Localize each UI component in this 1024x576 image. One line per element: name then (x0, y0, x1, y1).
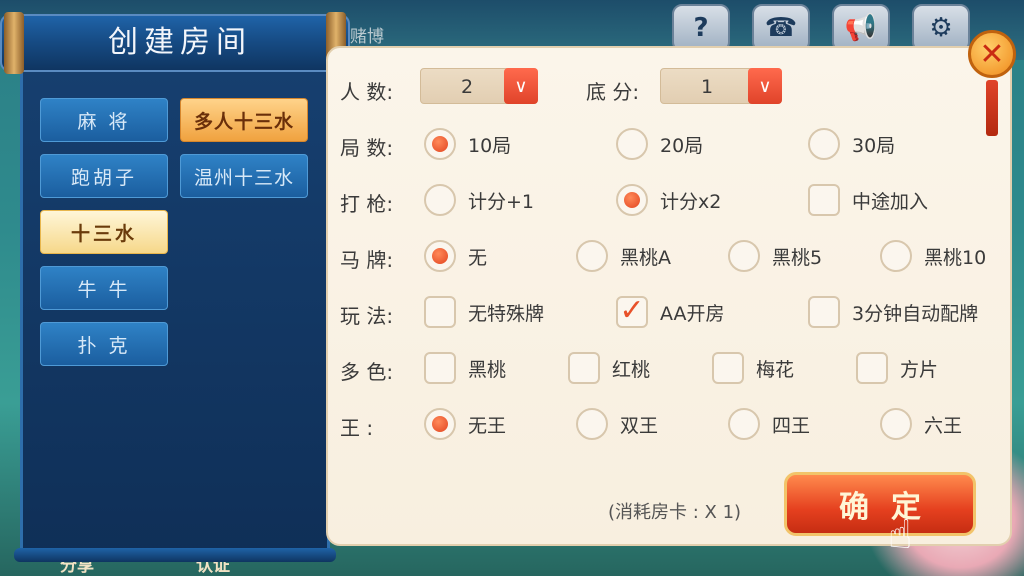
checkbox-icon[interactable] (808, 296, 840, 328)
option-label: 30局 (852, 134, 896, 157)
tassel-decoration (986, 80, 998, 136)
rounds-option-10[interactable]: 10局 (424, 126, 511, 162)
rounds-option-30[interactable]: 30局 (808, 126, 895, 162)
panel-title: 创建房间 (108, 25, 252, 60)
radio-icon[interactable] (576, 408, 608, 440)
radio-selected-icon[interactable] (616, 184, 648, 216)
room-card-cost: (消耗房卡 : X 1) (608, 502, 742, 523)
megaphone-icon[interactable]: 📢 (832, 4, 890, 52)
radio-icon[interactable] (728, 408, 760, 440)
radio-icon[interactable] (728, 240, 760, 272)
play-label: 玩 法: (340, 304, 394, 328)
option-label: 计分x2 (660, 190, 722, 213)
horse-option-spade-10[interactable]: 黑桃10 (880, 238, 986, 274)
horse-option-spade-a[interactable]: 黑桃A (576, 238, 671, 274)
radio-icon[interactable] (424, 184, 456, 216)
radio-icon[interactable] (576, 240, 608, 272)
gun-option-plus1[interactable]: 计分+1 (424, 182, 534, 218)
checkbox-icon[interactable] (808, 184, 840, 216)
option-label: 方片 (900, 358, 939, 381)
option-label: 计分+1 (468, 190, 535, 213)
option-label: 四王 (772, 414, 811, 437)
checkmark-icon[interactable]: ✓ (616, 296, 648, 328)
option-label: 10局 (468, 134, 512, 157)
king-option-none[interactable]: 无王 (424, 406, 506, 442)
colors-label: 多 色: (340, 360, 394, 384)
confirm-button[interactable]: 确定 (784, 472, 976, 536)
help-icon[interactable]: ? (672, 4, 730, 52)
play-option-auto-arrange[interactable]: 3分钟自动配牌 (808, 294, 978, 330)
horse-label: 马 牌: (340, 248, 394, 272)
play-option-aa-room[interactable]: ✓ AA开房 (616, 294, 725, 330)
chevron-down-icon[interactable]: ∨ (504, 68, 538, 104)
option-label: 六王 (924, 414, 963, 437)
checkbox-icon[interactable] (424, 296, 456, 328)
game-list-panel (20, 72, 330, 558)
rounds-label: 局 数: (340, 136, 394, 160)
checkbox-icon[interactable] (568, 352, 600, 384)
option-label: 黑桃5 (772, 246, 823, 269)
players-dropdown[interactable]: 2 ∨ (420, 68, 538, 104)
phone-icon[interactable]: ☎ (752, 4, 810, 52)
radio-selected-icon[interactable] (424, 128, 456, 160)
horse-option-none[interactable]: 无 (424, 238, 487, 274)
option-label: 黑桃 (468, 358, 507, 381)
radio-selected-icon[interactable] (424, 408, 456, 440)
king-option-four[interactable]: 四王 (728, 406, 810, 442)
base-score-label: 底 分: (586, 80, 640, 104)
option-label: 3分钟自动配牌 (852, 302, 979, 325)
chevron-down-icon[interactable]: ∨ (748, 68, 782, 104)
checkbox-icon[interactable] (712, 352, 744, 384)
colors-option-heart[interactable]: 红桃 (568, 350, 650, 386)
radio-selected-icon[interactable] (424, 240, 456, 272)
option-label: AA开房 (660, 302, 725, 325)
base-score-value: 1 (700, 76, 714, 98)
colors-option-diamond[interactable]: 方片 (856, 350, 938, 386)
option-label: 黑桃10 (924, 246, 987, 269)
gun-option-x2[interactable]: 计分x2 (616, 182, 721, 218)
option-label: 梅花 (756, 358, 795, 381)
option-label: 红桃 (612, 358, 651, 381)
rounds-option-20[interactable]: 20局 (616, 126, 703, 162)
checkbox-icon[interactable] (424, 352, 456, 384)
option-label: 20局 (660, 134, 704, 157)
option-label: 无特殊牌 (468, 302, 545, 325)
gun-label: 打 枪: (340, 192, 394, 216)
close-icon[interactable]: ✕ (968, 30, 1016, 78)
radio-icon[interactable] (808, 128, 840, 160)
game-poker-button[interactable]: 扑 克 (40, 322, 168, 366)
game-multi-thirteen-button[interactable]: 多人十三水 (180, 98, 308, 142)
radio-icon[interactable] (880, 240, 912, 272)
settings-icon[interactable]: ⚙ (912, 4, 970, 52)
game-wenzhou-thirteen-button[interactable]: 温州十三水 (180, 154, 308, 198)
game-thirteen-button[interactable]: 十三水 (40, 210, 168, 254)
pointing-hand-icon: ☝ (888, 512, 913, 558)
king-option-six[interactable]: 六王 (880, 406, 962, 442)
radio-icon[interactable] (880, 408, 912, 440)
gun-option-join-midway[interactable]: 中途加入 (808, 182, 928, 218)
game-niuniu-button[interactable]: 牛 牛 (40, 266, 168, 310)
game-paohuzi-button[interactable]: 跑胡子 (40, 154, 168, 198)
checkbox-icon[interactable] (856, 352, 888, 384)
colors-option-club[interactable]: 梅花 (712, 350, 794, 386)
option-label: 黑桃A (620, 246, 671, 269)
radio-icon[interactable] (616, 128, 648, 160)
scroll-bottom-rod (14, 548, 336, 562)
players-label: 人 数: (340, 80, 394, 104)
option-label: 无王 (468, 414, 507, 437)
option-label: 双王 (620, 414, 659, 437)
option-label: 中途加入 (852, 190, 929, 213)
colors-option-spade[interactable]: 黑桃 (424, 350, 506, 386)
horse-option-spade-5[interactable]: 黑桃5 (728, 238, 822, 274)
scroll-rod-end-left (4, 12, 24, 74)
play-option-no-special[interactable]: 无特殊牌 (424, 294, 544, 330)
players-value: 2 (460, 76, 474, 98)
king-option-two[interactable]: 双王 (576, 406, 658, 442)
base-score-dropdown[interactable]: 1 ∨ (660, 68, 782, 104)
king-label: 王 : (340, 416, 374, 440)
top-label: 赌博 (350, 27, 384, 47)
game-mahjong-button[interactable]: 麻 将 (40, 98, 168, 142)
option-label: 无 (468, 246, 488, 269)
